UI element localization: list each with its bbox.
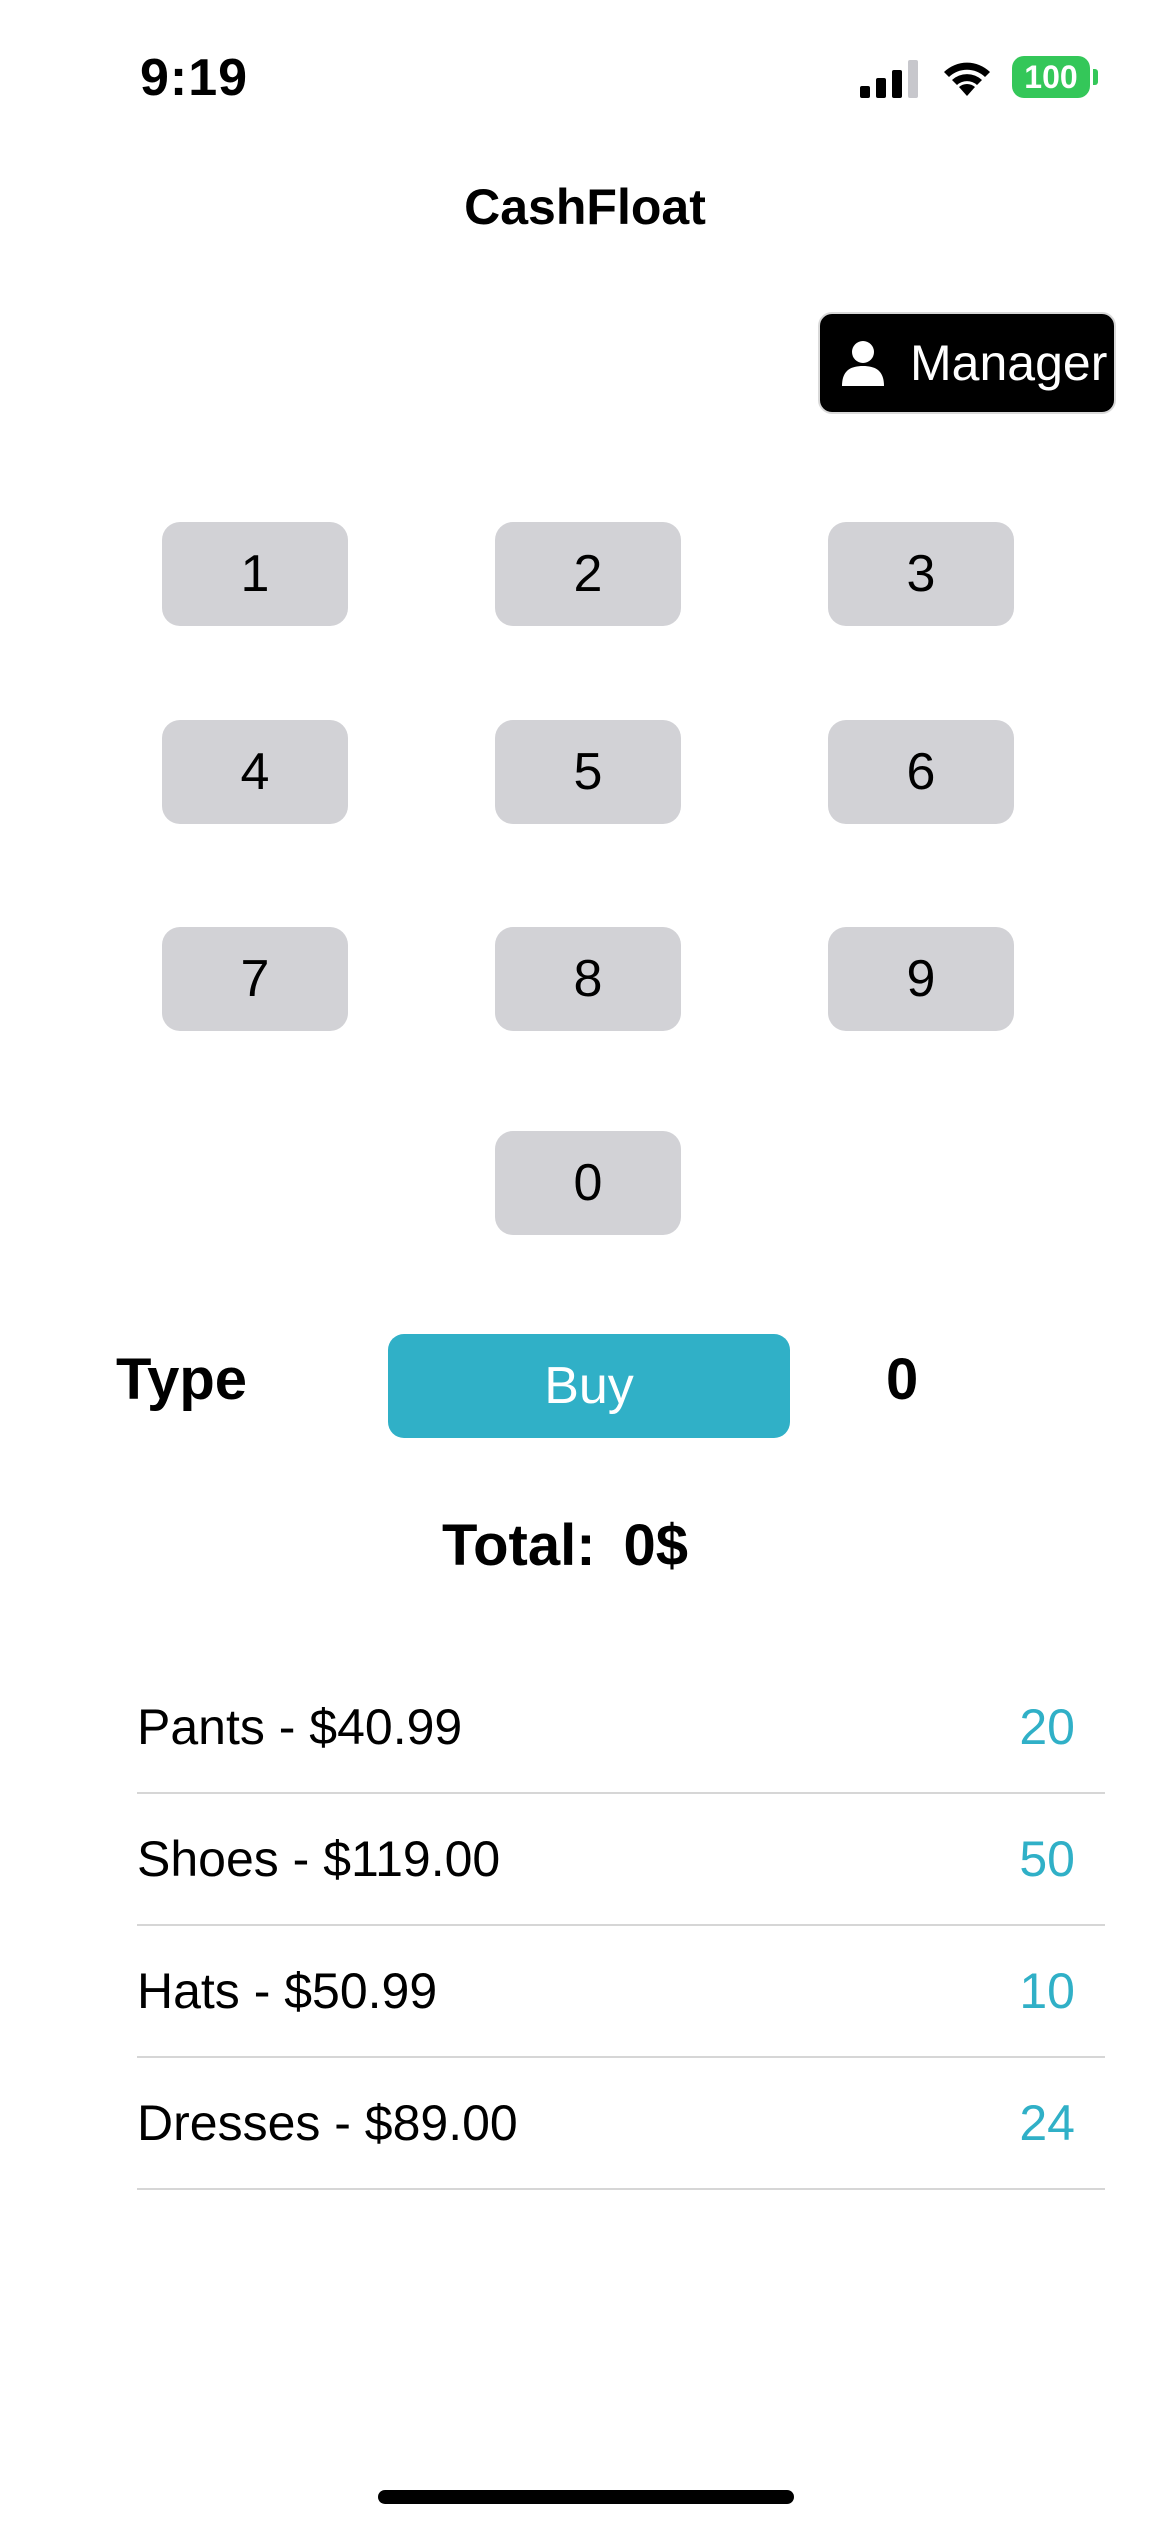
quantity-value: 0 xyxy=(886,1347,919,1412)
keypad-key-1[interactable]: 1 xyxy=(162,522,348,626)
product-quantity: 50 xyxy=(1019,1831,1075,1887)
total-value: 0$ xyxy=(623,1513,689,1578)
product-quantity: 10 xyxy=(1019,1963,1075,2019)
page-title: CashFloat xyxy=(464,179,706,235)
list-item[interactable]: Pants - $40.99 20 xyxy=(137,1662,1105,1794)
wifi-icon xyxy=(944,62,990,96)
keypad-key-7[interactable]: 7 xyxy=(162,927,348,1031)
manager-button-label: Manager xyxy=(910,335,1108,391)
product-quantity: 20 xyxy=(1019,1699,1075,1755)
product-quantity: 24 xyxy=(1019,2095,1075,2151)
keypad-key-8[interactable]: 8 xyxy=(495,927,681,1031)
buy-type-button[interactable]: Buy xyxy=(388,1334,790,1438)
total-label: Total: xyxy=(441,1513,596,1578)
keypad-key-5[interactable]: 5 xyxy=(495,720,681,824)
cellular-signal-icon xyxy=(860,60,918,98)
keypad-key-2[interactable]: 2 xyxy=(495,522,681,626)
battery-indicator: 100 xyxy=(1012,56,1090,98)
battery-tip xyxy=(1093,69,1098,85)
list-item[interactable]: Hats - $50.99 10 xyxy=(137,1926,1105,2058)
list-item[interactable]: Dresses - $89.00 24 xyxy=(137,2058,1105,2190)
product-list: Pants - $40.99 20 Shoes - $119.00 50 Hat… xyxy=(137,1662,1105,2190)
keypad-key-6[interactable]: 6 xyxy=(828,720,1014,824)
status-time: 9:19 xyxy=(140,49,249,107)
product-name: Hats - $50.99 xyxy=(137,1963,438,2019)
home-indicator[interactable] xyxy=(378,2490,794,2504)
person-icon xyxy=(842,341,884,386)
type-label: Type xyxy=(116,1347,248,1412)
keypad-key-9[interactable]: 9 xyxy=(828,927,1014,1031)
product-name: Shoes - $119.00 xyxy=(137,1831,501,1887)
total-display: Total: 0$ xyxy=(0,1512,1170,1579)
product-name: Dresses - $89.00 xyxy=(137,2095,518,2151)
manager-button[interactable]: Manager xyxy=(818,312,1116,414)
keypad-key-3[interactable]: 3 xyxy=(828,522,1014,626)
list-item[interactable]: Shoes - $119.00 50 xyxy=(137,1794,1105,1926)
keypad-key-0[interactable]: 0 xyxy=(495,1131,681,1235)
product-name: Pants - $40.99 xyxy=(137,1699,463,1755)
app-screen: 9:19 100 CashFloat Manager 1 2 3 4 5 6 7… xyxy=(0,0,1170,2532)
keypad-key-4[interactable]: 4 xyxy=(162,720,348,824)
